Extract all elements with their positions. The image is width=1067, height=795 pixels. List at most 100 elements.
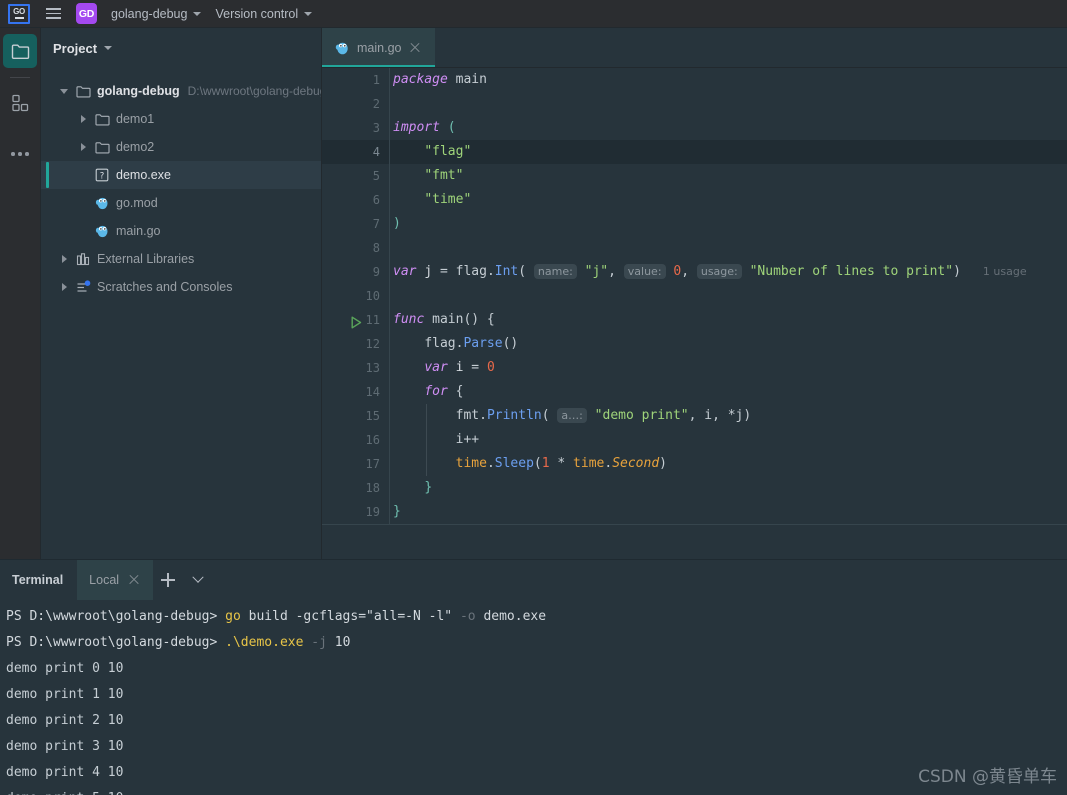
close-icon[interactable] xyxy=(127,573,141,587)
code-line[interactable]: } xyxy=(390,476,1067,500)
code-token: . xyxy=(479,408,487,423)
terminal-prompt: PS D:\wwwroot\golang-debug> xyxy=(6,609,225,624)
terminal-tool-window: Terminal Local PS D:\wwwroot\golang-debu… xyxy=(0,559,1067,795)
code-line[interactable]: ) xyxy=(390,212,1067,236)
tree-expander[interactable] xyxy=(74,143,92,151)
code-token xyxy=(393,408,456,423)
tree-expander[interactable] xyxy=(55,283,73,291)
chevron-down-icon xyxy=(193,12,201,16)
terminal-output[interactable]: PS D:\wwwroot\golang-debug> go build -gc… xyxy=(0,600,1067,795)
editor-scroll-area[interactable]: 12345678910111213141516171819 package ma… xyxy=(322,68,1067,559)
tree-item-label: demo.exe xyxy=(116,168,171,182)
code-line[interactable]: flag.Parse() xyxy=(390,332,1067,356)
chevron-down-icon xyxy=(304,12,312,16)
code-line[interactable] xyxy=(390,284,1067,308)
tool-button-more[interactable] xyxy=(3,137,37,171)
tree-item-scratches-and-consoles[interactable]: Scratches and Consoles xyxy=(41,273,321,301)
editor-code-lines[interactable]: package main import ( "flag" "fmt" "time"… xyxy=(390,68,1067,524)
terminal-command-line: PS D:\wwwroot\golang-debug> go build -gc… xyxy=(6,604,1067,630)
editor-gutter[interactable]: 12345678910111213141516171819 xyxy=(322,68,390,524)
code-line[interactable]: } xyxy=(390,500,1067,524)
main-menu-icon[interactable] xyxy=(40,1,66,27)
tree-item-external-libraries[interactable]: External Libraries xyxy=(41,245,321,273)
code-token: "demo print" xyxy=(595,408,689,423)
code-line[interactable]: import ( xyxy=(390,116,1067,140)
terminal-command-line: PS D:\wwwroot\golang-debug> .\demo.exe -… xyxy=(6,630,1067,656)
project-selector[interactable]: golang-debug xyxy=(104,4,208,24)
code-line[interactable]: func main() { xyxy=(390,308,1067,332)
version-control-widget[interactable]: Version control xyxy=(208,4,319,24)
chevron-right-icon xyxy=(62,283,67,291)
tool-button-structure[interactable] xyxy=(3,86,37,120)
go-file-icon xyxy=(335,41,350,55)
new-terminal-button[interactable] xyxy=(153,560,183,600)
code-token xyxy=(393,480,424,495)
tree-item-demo-exe[interactable]: ?demo.exe xyxy=(41,161,321,189)
code-token: . xyxy=(604,456,612,471)
code-token: . xyxy=(487,456,495,471)
tree-item-demo1[interactable]: demo1 xyxy=(41,105,321,133)
code-line[interactable] xyxy=(390,92,1067,116)
code-token: for xyxy=(424,384,455,399)
go-logo-bar xyxy=(15,17,24,19)
line-number: 7 xyxy=(322,212,389,236)
tree-item-label: go.mod xyxy=(116,196,158,210)
chevron-down-icon[interactable] xyxy=(104,46,112,50)
line-number: 13 xyxy=(322,356,389,380)
code-line[interactable]: "fmt" xyxy=(390,164,1067,188)
code-token: 1 xyxy=(542,456,550,471)
code-line[interactable]: "flag" xyxy=(390,140,1067,164)
code-line[interactable] xyxy=(390,236,1067,260)
code-line[interactable]: fmt.Println( a…: "demo print", i, *j) xyxy=(390,404,1067,428)
code-token xyxy=(526,264,534,279)
tree-expander[interactable] xyxy=(74,115,92,123)
left-tool-window-bar xyxy=(0,28,41,559)
code-token: Println xyxy=(487,408,542,423)
ide-body: Project golang-debugD:\wwwroot\golang-de… xyxy=(0,28,1067,559)
code-line[interactable]: var j = flag.Int( name: "j", value: 0, u… xyxy=(390,260,1067,284)
editor-tab-bar: main.go xyxy=(322,28,1067,68)
code-token xyxy=(742,264,750,279)
tree-item-golang-debug[interactable]: golang-debugD:\wwwroot\golang-debug xyxy=(41,77,321,105)
parameter-hint: name: xyxy=(534,264,577,279)
terminal-tab-local[interactable]: Local xyxy=(77,560,153,600)
code-token: flag xyxy=(456,264,487,279)
usage-annotation[interactable]: 1 usage xyxy=(983,265,1027,278)
terminal-flag: -o xyxy=(460,609,476,624)
tree-expander[interactable] xyxy=(55,255,73,263)
terminal-output-line: demo print 1 10 xyxy=(6,682,1067,708)
code-token: ( xyxy=(542,408,550,423)
code-line[interactable]: var i = 0 xyxy=(390,356,1067,380)
code-line[interactable]: for { xyxy=(390,380,1067,404)
close-icon[interactable] xyxy=(408,41,422,55)
project-panel-title: Project xyxy=(53,41,97,56)
code-line[interactable]: i++ xyxy=(390,428,1067,452)
code-token: ) xyxy=(393,216,401,231)
tree-expander[interactable] xyxy=(55,89,73,94)
tree-item-go-mod[interactable]: go.mod xyxy=(41,189,321,217)
code-line[interactable]: package main xyxy=(390,68,1067,92)
tree-item-demo2[interactable]: demo2 xyxy=(41,133,321,161)
code-token xyxy=(393,432,456,447)
terminal-output-line: demo print 2 10 xyxy=(6,708,1067,734)
terminal-output-text: demo print 5 10 xyxy=(6,791,123,795)
code-token xyxy=(393,384,424,399)
code-token: } xyxy=(393,504,401,519)
code-line[interactable]: time.Sleep(1 * time.Second) xyxy=(390,452,1067,476)
parameter-hint: usage: xyxy=(697,264,742,279)
line-number: 1 xyxy=(322,68,389,92)
terminal-tab-label: Local xyxy=(89,573,119,587)
code-token: time xyxy=(456,456,487,471)
code-token: { xyxy=(456,384,464,399)
terminal-options-button[interactable] xyxy=(183,560,213,600)
project-panel-header: Project xyxy=(41,28,321,68)
tool-button-project[interactable] xyxy=(3,34,37,68)
code-line[interactable]: "time" xyxy=(390,188,1067,212)
tree-item-main-go[interactable]: main.go xyxy=(41,217,321,245)
go-logo-icon: GO xyxy=(8,4,30,24)
code-token: () xyxy=(503,336,519,351)
editor-tab-main-go[interactable]: main.go xyxy=(322,28,435,67)
run-gutter-icon[interactable] xyxy=(351,313,362,327)
terminal-flag: -j xyxy=(311,635,327,650)
project-tree: golang-debugD:\wwwroot\golang-debugdemo1… xyxy=(41,68,321,559)
